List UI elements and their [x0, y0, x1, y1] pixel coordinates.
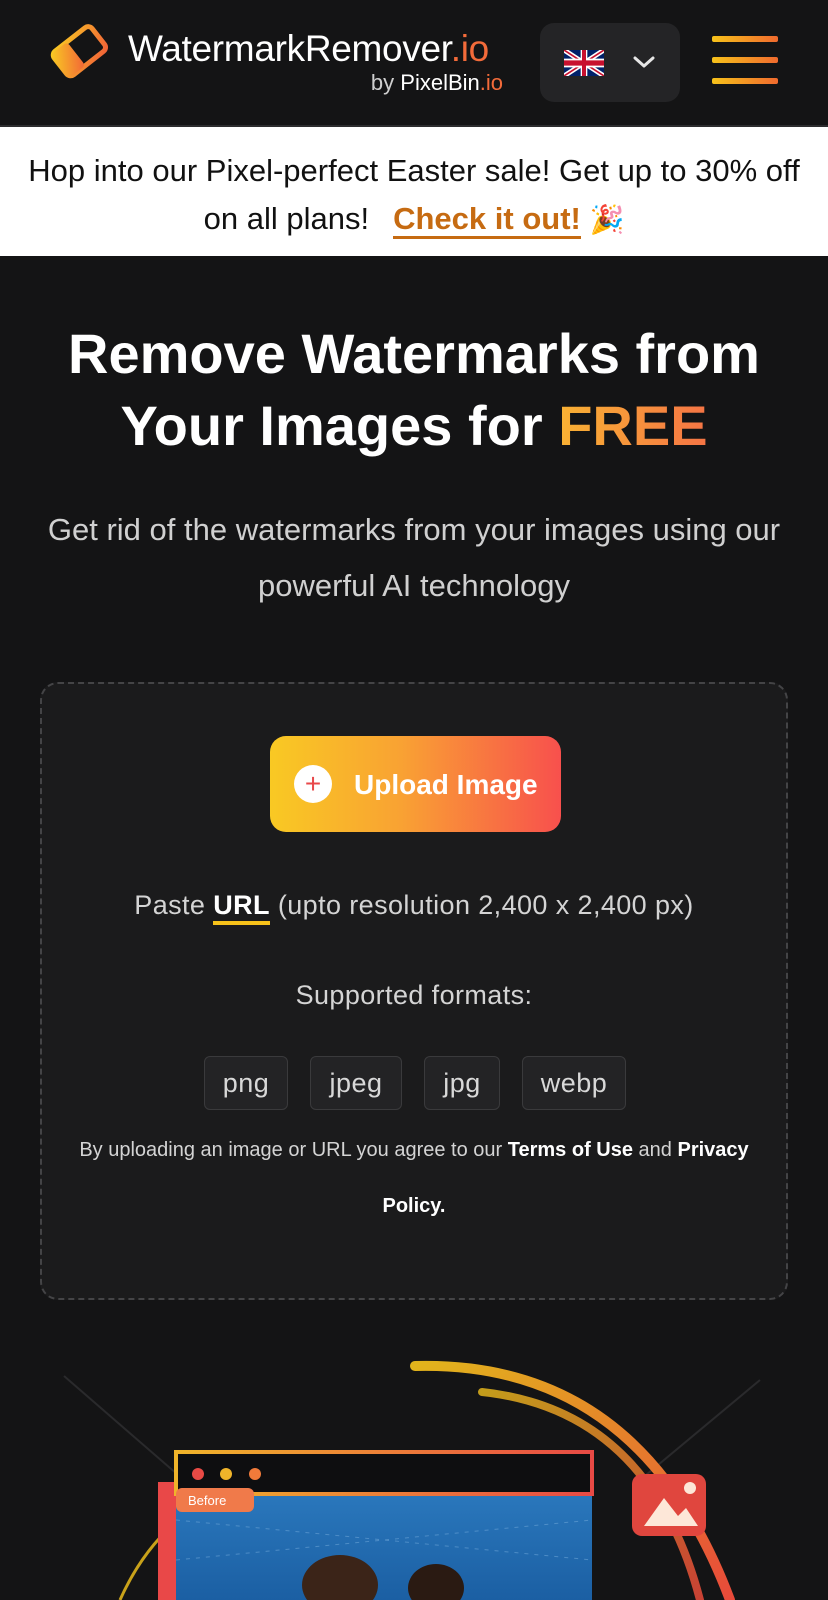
- format-chip-jpeg: jpeg: [310, 1056, 402, 1110]
- logo-suffix: .io: [450, 28, 489, 69]
- upload-dropzone[interactable]: + Upload Image Paste URL (upto resolutio…: [40, 682, 788, 1300]
- terms-of-use-link[interactable]: Terms of Use: [508, 1139, 633, 1161]
- by-name: PixelBin: [400, 70, 480, 95]
- logo-byline: by PixelBin.io: [371, 70, 503, 96]
- site-header: WatermarkRemover.io by PixelBin.io: [0, 0, 828, 127]
- format-chip-webp: webp: [522, 1056, 626, 1110]
- paste-suffix: (upto resolution 2,400 x 2,400 px): [277, 890, 694, 920]
- promo-link[interactable]: Check it out!: [393, 201, 581, 239]
- title-highlight: FREE: [558, 394, 708, 457]
- paste-prefix: Paste: [134, 890, 206, 920]
- upload-button-label: Upload Image: [354, 769, 538, 800]
- before-badge: Before: [188, 1493, 226, 1508]
- eraser-logo-icon[interactable]: [46, 20, 114, 80]
- uk-flag-icon: [564, 50, 604, 76]
- by-suffix: .io: [479, 70, 503, 95]
- logo-name: WatermarkRemover: [128, 28, 451, 69]
- plus-icon: +: [294, 765, 332, 803]
- supported-formats-label: Supported formats:: [295, 980, 533, 1010]
- terms-notice: By uploading an image or URL you agree t…: [72, 1122, 756, 1234]
- format-chip-png: png: [204, 1056, 288, 1110]
- format-chip-jpg: jpg: [424, 1056, 500, 1110]
- terms-prefix: By uploading an image or URL you agree t…: [79, 1139, 503, 1161]
- party-popper-icon: 🎉: [589, 204, 625, 235]
- image-icon: [632, 1474, 706, 1536]
- hamburger-menu-icon[interactable]: [712, 36, 778, 84]
- upload-image-button[interactable]: + Upload Image: [270, 736, 561, 832]
- hero-illustration: Before: [63, 1360, 761, 1600]
- chevron-down-icon: [633, 56, 655, 68]
- language-selector[interactable]: [540, 23, 680, 102]
- page-subtitle: Get rid of the watermarks from your imag…: [47, 512, 781, 603]
- logo-wordmark[interactable]: WatermarkRemover.io: [128, 28, 489, 70]
- paste-url-line: Paste URL (upto resolution 2,400 x 2,400…: [42, 890, 786, 925]
- by-prefix: by: [370, 70, 395, 95]
- terms-and: and: [638, 1139, 672, 1161]
- paste-url-link[interactable]: URL: [213, 890, 270, 925]
- promo-banner: Hop into our Pixel-perfect Easter sale! …: [0, 127, 828, 256]
- page-title: Remove Watermarks from Your Images for F…: [0, 318, 828, 462]
